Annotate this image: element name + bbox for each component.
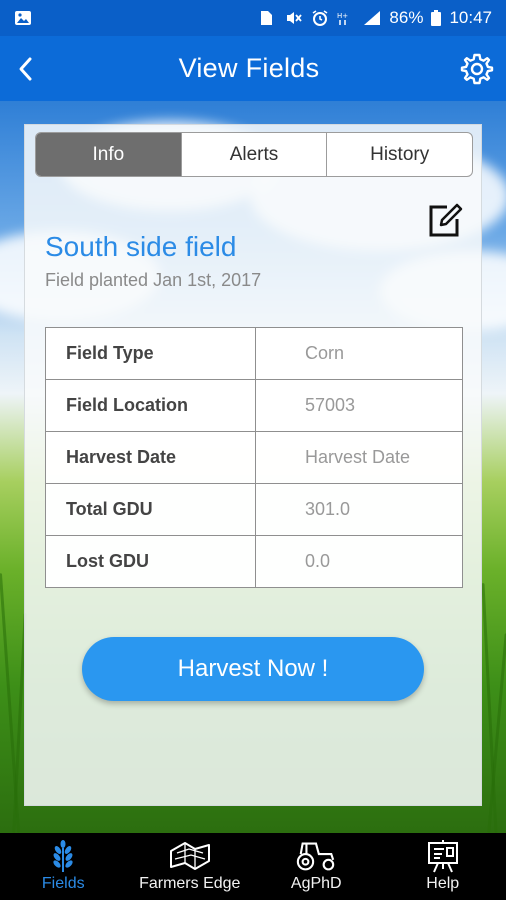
detail-label: Lost GDU <box>45 535 256 588</box>
status-bar: H+ 86% 10:47 <box>0 0 506 36</box>
field-planted-date: Field planted Jan 1st, 2017 <box>45 270 262 290</box>
svg-text:H+: H+ <box>337 12 348 20</box>
gear-icon <box>460 53 494 84</box>
map-icon <box>169 839 211 873</box>
sim-icon <box>259 10 277 26</box>
settings-button[interactable] <box>448 36 506 101</box>
detail-label: Field Type <box>45 327 256 380</box>
lost-gdu-value: 0.0 <box>255 535 463 588</box>
field-location-value[interactable]: 57003 <box>255 379 463 432</box>
harvest-now-button[interactable]: Harvest Now ! <box>82 637 424 701</box>
tab-history[interactable]: History <box>326 133 472 176</box>
gallery-notification-icon <box>14 10 32 26</box>
field-type-value[interactable]: Corn <box>255 327 463 380</box>
tab-bar: Info Alerts History <box>35 132 473 177</box>
table-row: Lost GDU 0.0 <box>45 535 463 588</box>
hd-signal-icon: H+ <box>337 10 355 26</box>
edit-button[interactable] <box>427 201 463 239</box>
detail-label: Total GDU <box>45 483 256 536</box>
battery-icon <box>431 10 442 26</box>
wheat-icon <box>42 839 84 873</box>
detail-label: Field Location <box>45 379 256 432</box>
field-details-table: Field Type Corn Field Location 57003 Har… <box>45 327 463 588</box>
mute-icon <box>285 10 303 26</box>
battery-percent: 86% <box>389 8 424 27</box>
table-row: Harvest Date Harvest Date <box>45 431 463 484</box>
bottom-nav: Fields Farmers Edge AgPhD Help <box>0 833 506 900</box>
nav-item-agphd[interactable]: AgPhD <box>253 833 380 900</box>
page-title: View Fields <box>178 53 320 83</box>
clock: 10:47 <box>449 8 492 27</box>
nav-item-fields[interactable]: Fields <box>0 833 127 900</box>
nav-item-help[interactable]: Help <box>380 833 506 900</box>
chevron-left-icon <box>19 57 32 80</box>
tractor-icon <box>295 839 337 873</box>
edit-icon <box>429 203 463 237</box>
signal-icon <box>363 10 381 26</box>
presentation-board-icon <box>422 839 464 873</box>
back-button[interactable] <box>0 36 50 101</box>
nav-label: Farmers Edge <box>139 875 241 892</box>
table-row: Total GDU 301.0 <box>45 483 463 536</box>
nav-label: AgPhD <box>290 875 342 892</box>
harvest-date-value[interactable]: Harvest Date <box>255 431 463 484</box>
nav-item-farmers-edge[interactable]: Farmers Edge <box>127 833 254 900</box>
table-row: Field Type Corn <box>45 327 463 380</box>
tab-alerts[interactable]: Alerts <box>180 133 327 176</box>
nav-label: Help <box>426 875 460 892</box>
field-name: South side field <box>45 231 237 262</box>
table-row: Field Location 57003 <box>45 379 463 432</box>
app-bar: View Fields <box>0 36 506 101</box>
field-info-card: Info Alerts History South side field Fie… <box>24 124 482 806</box>
detail-label: Harvest Date <box>45 431 256 484</box>
alarm-icon <box>311 10 329 26</box>
total-gdu-value: 301.0 <box>255 483 463 536</box>
tab-info[interactable]: Info <box>36 133 181 176</box>
nav-label: Fields <box>41 875 85 892</box>
